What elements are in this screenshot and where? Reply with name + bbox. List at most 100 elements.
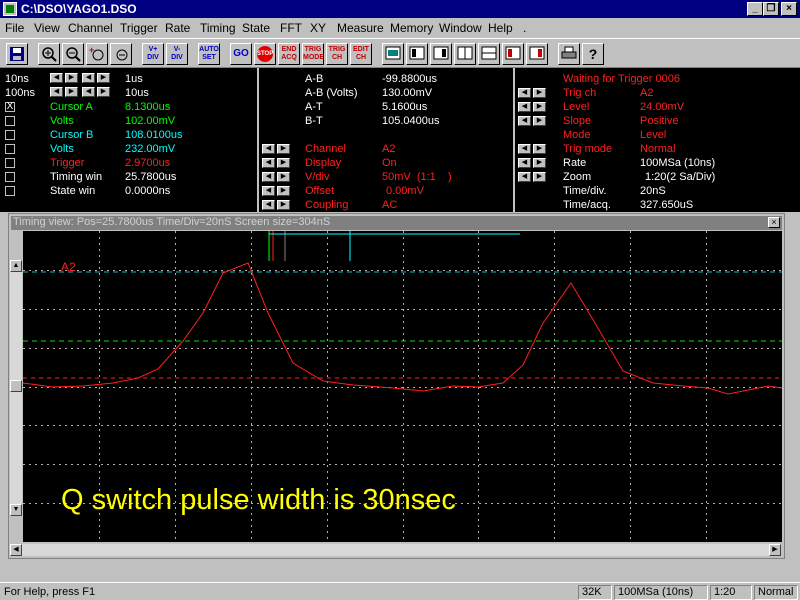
go-button[interactable]: GO <box>230 43 252 65</box>
cursor-b-checkbox[interactable] <box>5 130 15 140</box>
volts-div-up-button[interactable]: V+ DIV <box>142 43 164 65</box>
step-coarse-arrows[interactable]: ◀ ▶ <box>82 73 112 83</box>
arrow-right-icon[interactable]: ▶ <box>533 88 546 98</box>
menu-rate[interactable]: Rate <box>165 21 190 35</box>
vertical-scrollbar[interactable]: ▲ ▼ <box>10 260 22 516</box>
menu-view[interactable]: View <box>34 21 60 35</box>
restore-button[interactable]: ❐ <box>763 2 779 16</box>
scroll-thumb[interactable] <box>10 380 22 392</box>
timing-view-close-button[interactable]: × <box>768 217 780 228</box>
menu-memory[interactable]: Memory <box>390 21 433 35</box>
auto-set-button[interactable]: AUTO SET <box>198 43 220 65</box>
end-acq-button[interactable]: END ACQ <box>278 43 300 65</box>
minimize-button[interactable]: _ <box>747 2 763 16</box>
offset-up-button[interactable]: + <box>86 43 108 65</box>
trigger-checkbox[interactable] <box>5 158 15 168</box>
scroll-left-icon[interactable]: ◀ <box>10 544 22 556</box>
zoom-arrows[interactable]: ◀ ▶ <box>518 172 548 182</box>
coupling-arrows[interactable]: ◀ ▶ <box>262 200 292 210</box>
cursor-b-volts-checkbox[interactable] <box>5 144 15 154</box>
arrow-left-icon[interactable]: ◀ <box>50 73 63 83</box>
arrow-left-icon[interactable]: ◀ <box>518 158 531 168</box>
volts-div-down-button[interactable]: V- DIV <box>166 43 188 65</box>
arrow-left-icon[interactable]: ◀ <box>82 73 95 83</box>
arrow-right-icon[interactable]: ▶ <box>277 158 290 168</box>
window-layout-2-button[interactable] <box>406 43 428 65</box>
help-button[interactable]: ? <box>582 43 604 65</box>
trig-ch-arrows[interactable]: ◀ ▶ <box>518 88 548 98</box>
window-layout-1-button[interactable] <box>382 43 404 65</box>
arrow-left-icon[interactable]: ◀ <box>518 88 531 98</box>
window-layout-6-button[interactable] <box>502 43 524 65</box>
menu-state[interactable]: State <box>242 21 270 35</box>
arrow-left-icon[interactable]: ◀ <box>518 144 531 154</box>
step-large-arrows[interactable]: ◀ ▶ <box>82 87 112 97</box>
arrow-right-icon[interactable]: ▶ <box>533 102 546 112</box>
arrow-right-icon[interactable]: ▶ <box>65 87 78 97</box>
menu-more[interactable]: . <box>523 21 526 35</box>
step-medium-arrows[interactable]: ◀ ▶ <box>50 87 80 97</box>
arrow-right-icon[interactable]: ▶ <box>533 158 546 168</box>
arrow-right-icon[interactable]: ▶ <box>277 172 290 182</box>
rate-arrows[interactable]: ◀ ▶ <box>518 158 548 168</box>
offset-down-button[interactable] <box>110 43 132 65</box>
timing-win-checkbox[interactable] <box>5 172 15 182</box>
level-arrows[interactable]: ◀ ▶ <box>518 102 548 112</box>
scope-display[interactable]: A2 Q switch pulse width is 30nsec <box>23 231 782 542</box>
window-layout-4-button[interactable] <box>454 43 476 65</box>
channel-arrows[interactable]: ◀ ▶ <box>262 144 292 154</box>
menu-window[interactable]: Window <box>439 21 482 35</box>
trig-ch-button[interactable]: TRIG CH <box>326 43 348 65</box>
arrow-left-icon[interactable]: ◀ <box>82 87 95 97</box>
window-layout-3-button[interactable] <box>430 43 452 65</box>
offset-arrows[interactable]: ◀ ▶ <box>262 186 292 196</box>
edit-ch-button[interactable]: EDIT CH <box>350 43 372 65</box>
timing-view-titlebar[interactable]: Timing view: Pos=25.7800us Time/Div=20nS… <box>11 216 782 230</box>
vdiv-arrows[interactable]: ◀ ▶ <box>262 172 292 182</box>
zoom-in-button[interactable] <box>38 43 60 65</box>
menu-help[interactable]: Help <box>488 21 513 35</box>
menu-trigger[interactable]: Trigger <box>120 21 158 35</box>
arrow-right-icon[interactable]: ▶ <box>97 73 110 83</box>
arrow-left-icon[interactable]: ◀ <box>262 158 275 168</box>
scroll-down-icon[interactable]: ▼ <box>10 504 22 516</box>
app-icon[interactable] <box>3 2 17 16</box>
close-button[interactable]: × <box>781 2 797 16</box>
step-fine-arrows[interactable]: ◀ ▶ <box>50 73 80 83</box>
save-button[interactable] <box>6 43 28 65</box>
trig-mode-arrows[interactable]: ◀ ▶ <box>518 144 548 154</box>
arrow-left-icon[interactable]: ◀ <box>262 200 275 210</box>
print-button[interactable] <box>558 43 580 65</box>
menu-channel[interactable]: Channel <box>68 21 113 35</box>
arrow-left-icon[interactable]: ◀ <box>262 144 275 154</box>
menu-timing[interactable]: Timing <box>200 21 236 35</box>
menu-fft[interactable]: FFT <box>280 21 302 35</box>
arrow-left-icon[interactable]: ◀ <box>518 116 531 126</box>
menu-measure[interactable]: Measure <box>337 21 384 35</box>
window-layout-5-button[interactable] <box>478 43 500 65</box>
menu-xy[interactable]: XY <box>310 21 326 35</box>
arrow-left-icon[interactable]: ◀ <box>262 186 275 196</box>
arrow-right-icon[interactable]: ▶ <box>533 116 546 126</box>
arrow-left-icon[interactable]: ◀ <box>262 172 275 182</box>
arrow-left-icon[interactable]: ◀ <box>518 102 531 112</box>
cursor-a-volts-checkbox[interactable] <box>5 116 15 126</box>
arrow-right-icon[interactable]: ▶ <box>277 144 290 154</box>
arrow-right-icon[interactable]: ▶ <box>533 172 546 182</box>
scroll-up-icon[interactable]: ▲ <box>10 260 22 272</box>
state-win-checkbox[interactable] <box>5 186 15 196</box>
arrow-right-icon[interactable]: ▶ <box>533 144 546 154</box>
scroll-right-icon[interactable]: ▶ <box>769 544 781 556</box>
arrow-right-icon[interactable]: ▶ <box>97 87 110 97</box>
window-layout-7-button[interactable] <box>526 43 548 65</box>
menu-file[interactable]: File <box>5 21 24 35</box>
stop-button[interactable]: STOP <box>254 43 276 65</box>
arrow-right-icon[interactable]: ▶ <box>65 73 78 83</box>
arrow-right-icon[interactable]: ▶ <box>277 186 290 196</box>
horizontal-scrollbar[interactable]: ◀ ▶ <box>10 544 781 556</box>
trig-mode-button[interactable]: TRIG MODE <box>302 43 324 65</box>
slope-arrows[interactable]: ◀ ▶ <box>518 116 548 126</box>
zoom-out-button[interactable] <box>62 43 84 65</box>
display-arrows[interactable]: ◀ ▶ <box>262 158 292 168</box>
arrow-right-icon[interactable]: ▶ <box>277 200 290 210</box>
